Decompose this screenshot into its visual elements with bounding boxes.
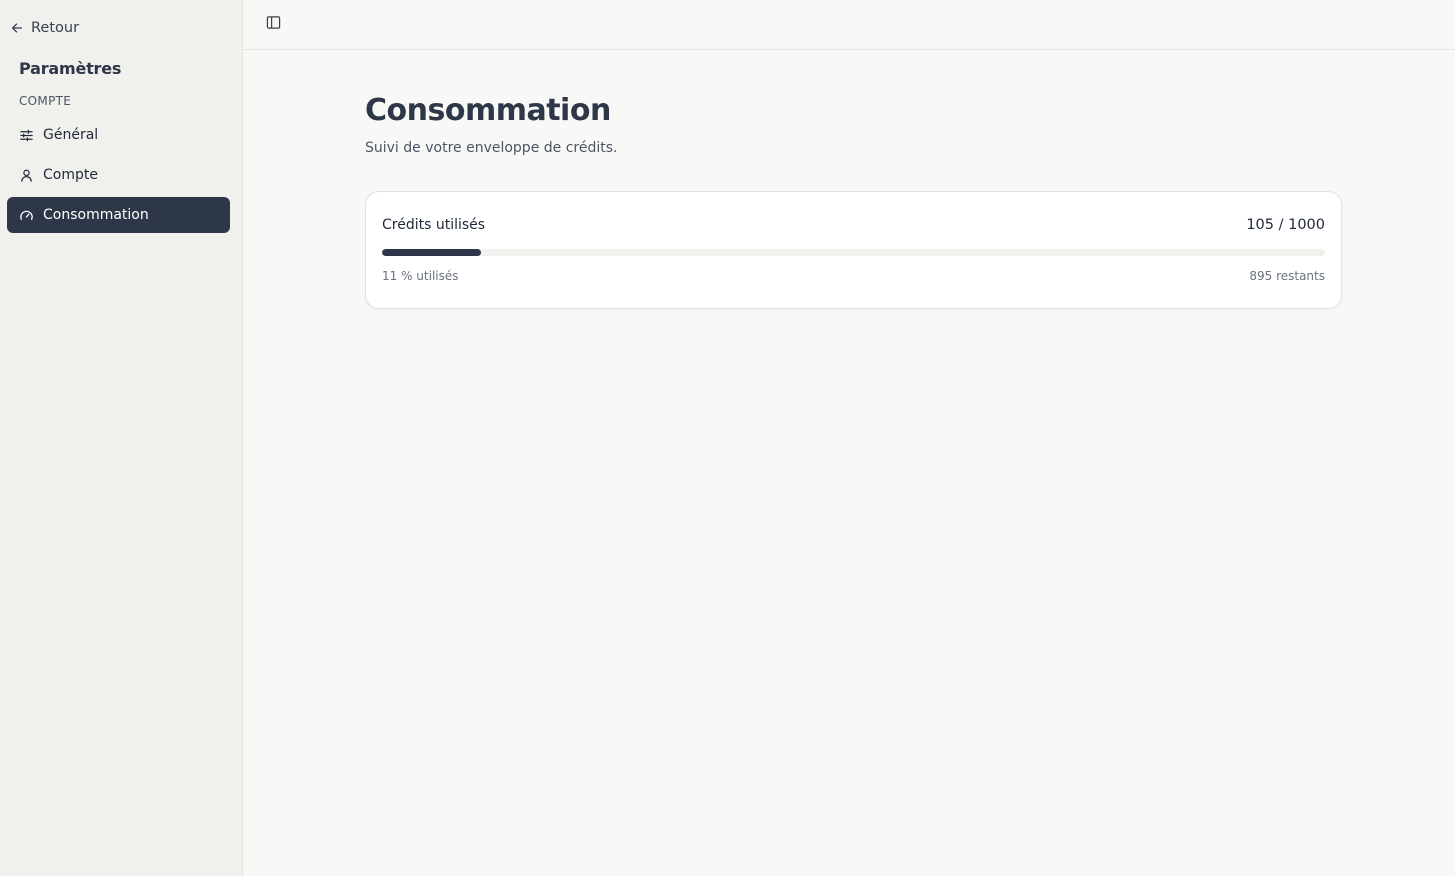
credits-percent-used: 11 % utilisés: [382, 269, 459, 283]
credits-card: Crédits utilisés 105 / 1000 11 % utilisé…: [365, 191, 1342, 309]
arrow-left-icon: [10, 21, 24, 35]
back-link-label: Retour: [31, 20, 80, 36]
back-link[interactable]: Retour: [8, 17, 81, 39]
top-bar: [243, 0, 1455, 50]
page-subtitle: Suivi de votre enveloppe de crédits.: [365, 140, 618, 156]
sidebar-toggle-icon: [266, 15, 281, 30]
sidebar-item-label: Général: [43, 127, 99, 143]
main-area: Consommation Suivi de votre enveloppe de…: [243, 0, 1455, 876]
sidebar-item-account[interactable]: Compte: [7, 157, 230, 193]
settings-sidebar: Retour Paramètres COMPTE Général Compte …: [0, 0, 243, 876]
credits-progress-fill: [382, 249, 481, 256]
section-label-account: COMPTE: [19, 94, 72, 108]
consumption-page: Consommation Suivi de votre enveloppe de…: [365, 92, 1342, 309]
sidebar-item-consumption[interactable]: Consommation: [7, 197, 230, 233]
sidebar-item-general[interactable]: Général: [7, 117, 230, 153]
user-icon: [19, 168, 34, 183]
credits-label: Crédits utilisés: [382, 217, 486, 233]
sidebar-item-label: Consommation: [43, 207, 149, 223]
settings-nav: Général Compte Consommation: [7, 117, 230, 237]
gauge-icon: [19, 208, 34, 223]
sidebar-toggle-button[interactable]: [263, 12, 283, 32]
sliders-icon: [19, 128, 34, 143]
credits-value: 105 / 1000: [1246, 217, 1325, 233]
credits-progress-track: [382, 249, 1325, 256]
app-root: Retour Paramètres COMPTE Général Compte …: [0, 0, 1455, 876]
page-title: Consommation: [365, 93, 611, 128]
credits-remaining: 895 restants: [1249, 269, 1325, 283]
sidebar-title: Paramètres: [19, 59, 122, 78]
sidebar-item-label: Compte: [43, 167, 98, 183]
